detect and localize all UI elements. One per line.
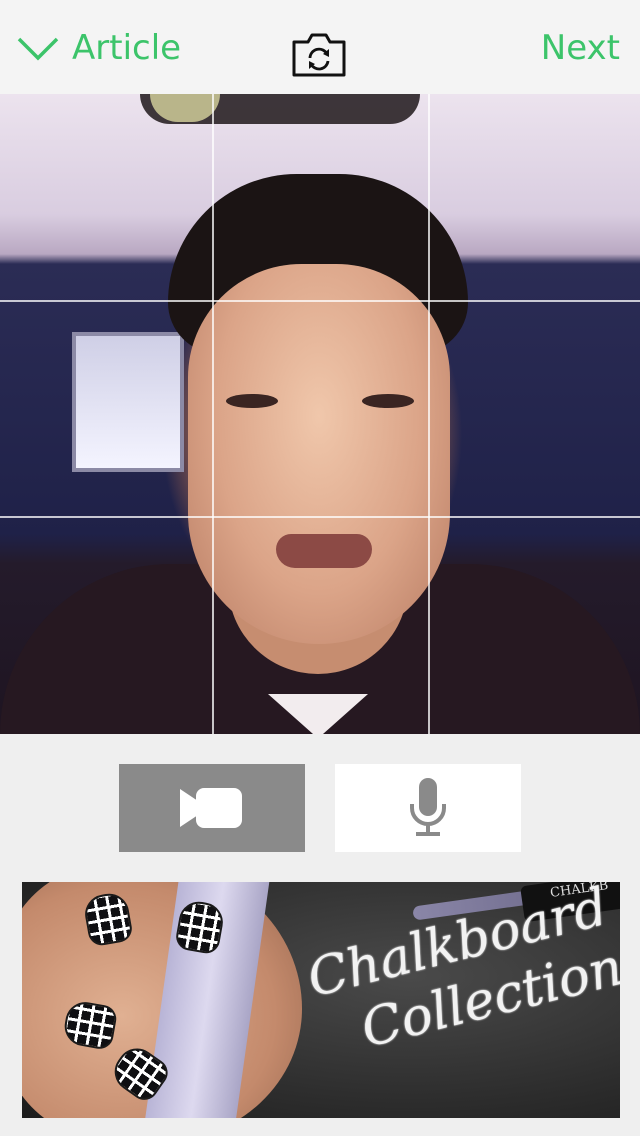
person-left-eye [226, 394, 278, 408]
ad-title: Chalkboard Collection [301, 882, 620, 1070]
chevron-down-icon [17, 37, 59, 61]
grid-line-horizontal-1 [0, 300, 640, 302]
top-bar: Article Next [0, 0, 640, 94]
back-label: Article [72, 28, 182, 68]
camera-viewfinder [0, 94, 640, 734]
person-face [188, 264, 450, 644]
grid-line-vertical-1 [212, 94, 214, 734]
next-button[interactable]: Next [541, 22, 620, 74]
ad-banner[interactable]: CHALKB Chalkboard Collection [22, 882, 620, 1118]
grid-line-vertical-2 [428, 94, 430, 734]
video-camera-icon [180, 788, 242, 828]
microphone-icon [410, 778, 446, 836]
camera-flip-icon[interactable] [290, 32, 348, 78]
room-window [72, 332, 184, 472]
back-button[interactable]: Article [16, 22, 181, 74]
person-right-eye [362, 394, 414, 408]
person-mouth [276, 534, 372, 568]
video-mode-button[interactable] [119, 764, 305, 852]
grid-line-horizontal-2 [0, 516, 640, 518]
audio-mode-button[interactable] [335, 764, 521, 852]
